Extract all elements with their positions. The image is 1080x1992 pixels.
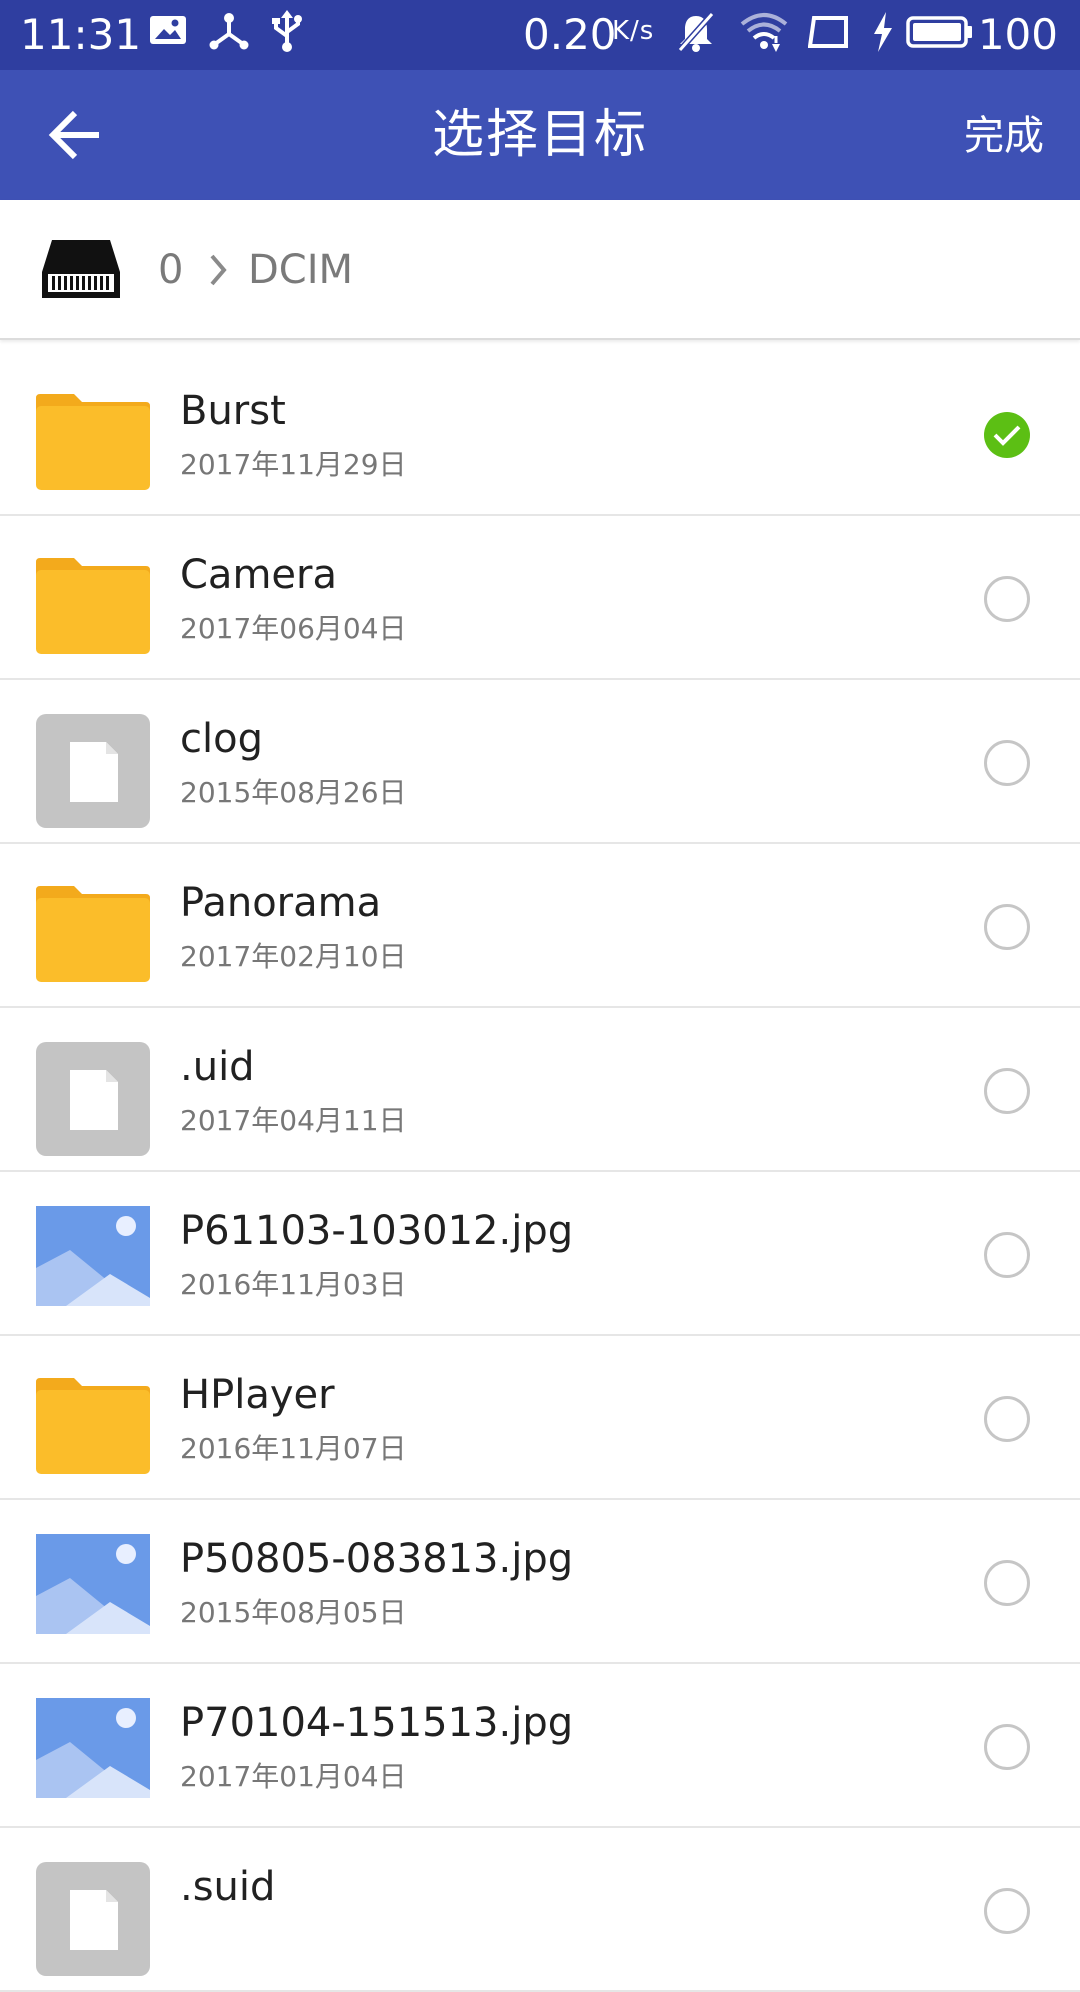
select-radio[interactable] <box>984 1560 1030 1606</box>
item-date: 2017年01月04日 <box>180 1760 407 1793</box>
item-name: HPlayer <box>180 1372 335 1418</box>
list-item[interactable]: HPlayer 2016年11月07日 <box>0 1336 1080 1500</box>
item-date: 2016年11月03日 <box>180 1268 407 1301</box>
item-name: Burst <box>180 388 286 434</box>
usb-tree-icon <box>208 10 250 56</box>
list-item[interactable]: P70104-151513.jpg 2017年01月04日 <box>0 1664 1080 1828</box>
breadcrumb-current[interactable]: DCIM <box>248 244 353 296</box>
folder-icon <box>36 1370 150 1484</box>
charging-icon <box>870 10 896 58</box>
item-name: P70104-151513.jpg <box>180 1700 574 1746</box>
image-file-icon <box>36 1698 150 1812</box>
select-radio[interactable] <box>984 1396 1030 1442</box>
breadcrumb-root[interactable]: 0 <box>158 244 183 296</box>
select-radio[interactable] <box>984 1068 1030 1114</box>
status-bar: 11:31 0.20 K/s 100 <box>0 0 1080 70</box>
item-name: P50805-083813.jpg <box>180 1536 574 1582</box>
file-icon <box>36 714 150 828</box>
select-radio[interactable] <box>984 412 1030 458</box>
check-icon <box>993 425 1021 446</box>
item-name: .suid <box>180 1864 276 1910</box>
file-list: Burst 2017年11月29日 Camera 2017年06月04日 clo… <box>0 352 1080 1992</box>
file-icon <box>36 1862 150 1976</box>
storage-drive-icon[interactable] <box>40 236 122 306</box>
item-date: 2015年08月05日 <box>180 1596 407 1629</box>
item-name: clog <box>180 716 263 762</box>
network-speed-unit: K/s <box>612 16 655 46</box>
app-bar: 选择目标 完成 <box>0 70 1080 200</box>
status-time: 11:31 <box>20 10 142 59</box>
folder-icon <box>36 386 150 500</box>
image-file-icon <box>36 1534 150 1648</box>
item-name: Panorama <box>180 880 382 926</box>
list-item[interactable]: Panorama 2017年02月10日 <box>0 844 1080 1008</box>
list-item[interactable]: P50805-083813.jpg 2015年08月05日 <box>0 1500 1080 1664</box>
list-item[interactable]: P61103-103012.jpg 2016年11月03日 <box>0 1172 1080 1336</box>
chevron-right-icon <box>206 252 230 292</box>
item-date: 2017年02月10日 <box>180 940 407 973</box>
battery-percentage: 100 <box>977 10 1058 59</box>
list-item[interactable]: clog 2015年08月26日 <box>0 680 1080 844</box>
folder-icon <box>36 550 150 664</box>
select-radio[interactable] <box>984 1232 1030 1278</box>
item-date: 2017年06月04日 <box>180 612 407 645</box>
select-radio[interactable] <box>984 904 1030 950</box>
image-icon <box>148 10 188 54</box>
item-date: 2016年11月07日 <box>180 1432 407 1465</box>
item-name: P61103-103012.jpg <box>180 1208 574 1254</box>
item-date: 2015年08月26日 <box>180 776 407 809</box>
network-speed: 0.20 <box>523 10 617 59</box>
screen-icon <box>807 10 852 58</box>
list-item[interactable]: Burst 2017年11月29日 <box>0 352 1080 516</box>
item-date: 2017年04月11日 <box>180 1104 407 1137</box>
file-icon <box>36 1042 150 1156</box>
list-item[interactable]: Camera 2017年06月04日 <box>0 516 1080 680</box>
folder-icon <box>36 878 150 992</box>
battery-icon <box>906 10 974 58</box>
list-item[interactable]: .uid 2017年04月11日 <box>0 1008 1080 1172</box>
list-item[interactable]: .suid <box>0 1828 1080 1992</box>
image-file-icon <box>36 1206 150 1320</box>
done-button[interactable]: 完成 <box>964 110 1044 162</box>
usb-icon <box>270 10 304 56</box>
bell-off-icon <box>674 10 718 58</box>
select-radio[interactable] <box>984 740 1030 786</box>
item-name: .uid <box>180 1044 255 1090</box>
select-radio[interactable] <box>984 1888 1030 1934</box>
item-name: Camera <box>180 552 337 598</box>
page-title: 选择目标 <box>431 105 648 165</box>
breadcrumb: 0 DCIM <box>0 200 1080 340</box>
select-radio[interactable] <box>984 576 1030 622</box>
wifi-icon <box>740 10 788 58</box>
item-date: 2017年11月29日 <box>180 448 407 481</box>
select-radio[interactable] <box>984 1724 1030 1770</box>
